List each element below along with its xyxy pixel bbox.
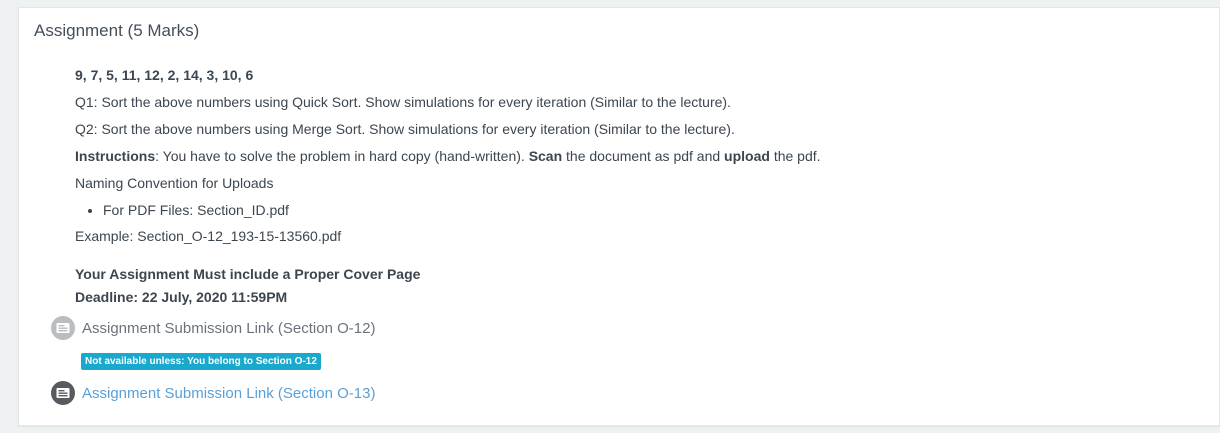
instructions-text-2: the document as pdf and <box>562 148 725 164</box>
section-title: Assignment (5 Marks) <box>34 21 200 40</box>
assignment-link-o13[interactable]: Assignment Submission Link (Section O-13… <box>82 385 375 402</box>
instructions-text-3: the pdf. <box>769 148 821 164</box>
instructions-label: Instructions <box>75 148 156 164</box>
assignment-link-o12: Assignment Submission Link (Section O-12… <box>82 319 376 337</box>
requirements-block: Your Assignment Must include a Proper Co… <box>75 263 420 309</box>
example-filename: Example: Section_O-12_193-15-13560.pdf <box>75 228 342 244</box>
instructions-text-1: : You have to solve the problem in hard … <box>155 148 529 164</box>
activity-o12: Assignment Submission Link (Section O-12… <box>51 316 375 340</box>
assignment-icon[interactable] <box>51 381 75 405</box>
instructions: Instructions: You have to solve the prob… <box>75 147 821 165</box>
section-summary: 9, 7, 5, 11, 12, 2, 14, 3, 10, 6 Q1: Sor… <box>75 66 821 254</box>
question-1: Q1: Sort the above numbers using Quick S… <box>75 94 731 110</box>
instructions-scan: Scan <box>528 148 563 164</box>
deadline: Deadline: 22 July, 2020 11:59PM <box>75 289 288 305</box>
instructions-upload: upload <box>724 148 770 164</box>
naming-list-item: For PDF Files: Section_ID.pdf <box>103 201 821 219</box>
numbers-list: 9, 7, 5, 11, 12, 2, 14, 3, 10, 6 <box>75 67 254 83</box>
assignment-icon <box>51 316 75 340</box>
activity-o13[interactable]: Assignment Submission Link (Section O-13… <box>51 381 375 405</box>
naming-convention: Naming Convention for Uploads <box>75 175 274 191</box>
section-card: Assignment (5 Marks) 9, 7, 5, 11, 12, 2,… <box>18 7 1220 426</box>
naming-list: For PDF Files: Section_ID.pdf <box>75 201 821 219</box>
cover-page-note: Your Assignment Must include a Proper Co… <box>75 266 421 282</box>
restriction-badge: Not available unless: You belong to Sect… <box>81 353 321 370</box>
question-2: Q2: Sort the above numbers using Merge S… <box>75 121 735 137</box>
